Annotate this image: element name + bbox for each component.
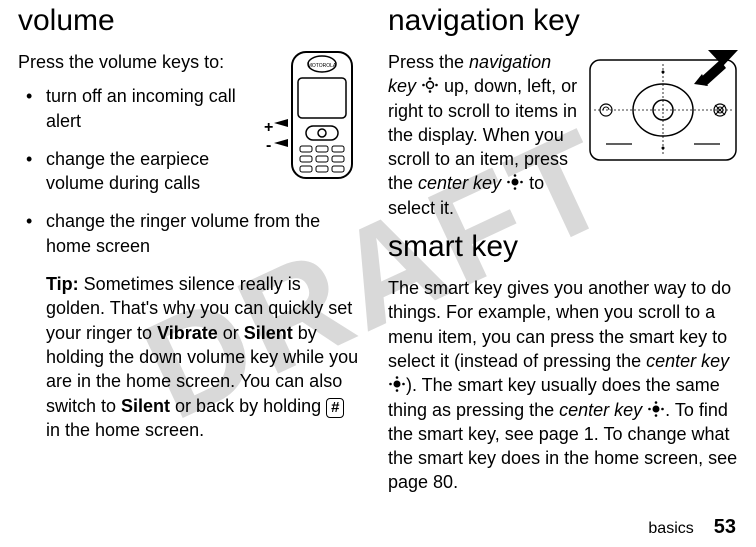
- silent-option-2: Silent: [121, 396, 170, 416]
- left-column: volume MOTOROLA + -: [18, 0, 378, 547]
- center-key-term: center key: [418, 173, 501, 193]
- hash-key-icon: #: [326, 398, 344, 418]
- volume-list: turn off an incoming call alert change t…: [18, 84, 360, 258]
- page-content: volume MOTOROLA + -: [0, 0, 756, 547]
- navigation-key-heading: navigation key: [388, 4, 738, 38]
- silent-option: Silent: [244, 323, 293, 343]
- nav-text-a: Press the: [388, 52, 469, 72]
- vibrate-option: Vibrate: [157, 323, 218, 343]
- smart-key-heading: smart key: [388, 230, 738, 264]
- list-item: change the earpiece volume during calls: [18, 147, 360, 196]
- center-key-icon: [647, 400, 665, 418]
- svg-text:MOTOROLA: MOTOROLA: [308, 63, 337, 69]
- tip-text-b: or: [218, 323, 244, 343]
- smart-key-paragraph: The smart key gives you another way to d…: [388, 276, 738, 495]
- list-item: turn off an incoming call alert: [18, 84, 360, 133]
- navigation-pad-illustration: [588, 50, 738, 168]
- page-footer: basics 53: [648, 516, 736, 539]
- center-key-icon: [506, 173, 524, 191]
- tip-label: Tip:: [46, 274, 79, 294]
- center-key-term-3: center key: [559, 400, 642, 420]
- list-item: change the ringer volume from the home s…: [18, 209, 360, 258]
- center-key-term-2: center key: [646, 351, 729, 371]
- center-key-icon: [388, 375, 406, 393]
- tip-text-e: in the home screen.: [46, 420, 204, 440]
- nav-key-icon: [421, 76, 439, 94]
- footer-section-label: basics: [648, 520, 693, 537]
- page-number: 53: [714, 516, 736, 538]
- volume-heading: volume: [18, 4, 360, 38]
- right-column: navigation key: [378, 0, 738, 547]
- tip-paragraph: Tip: Sometimes silence really is golden.…: [18, 272, 360, 442]
- tip-text-d: or back by holding: [170, 396, 326, 416]
